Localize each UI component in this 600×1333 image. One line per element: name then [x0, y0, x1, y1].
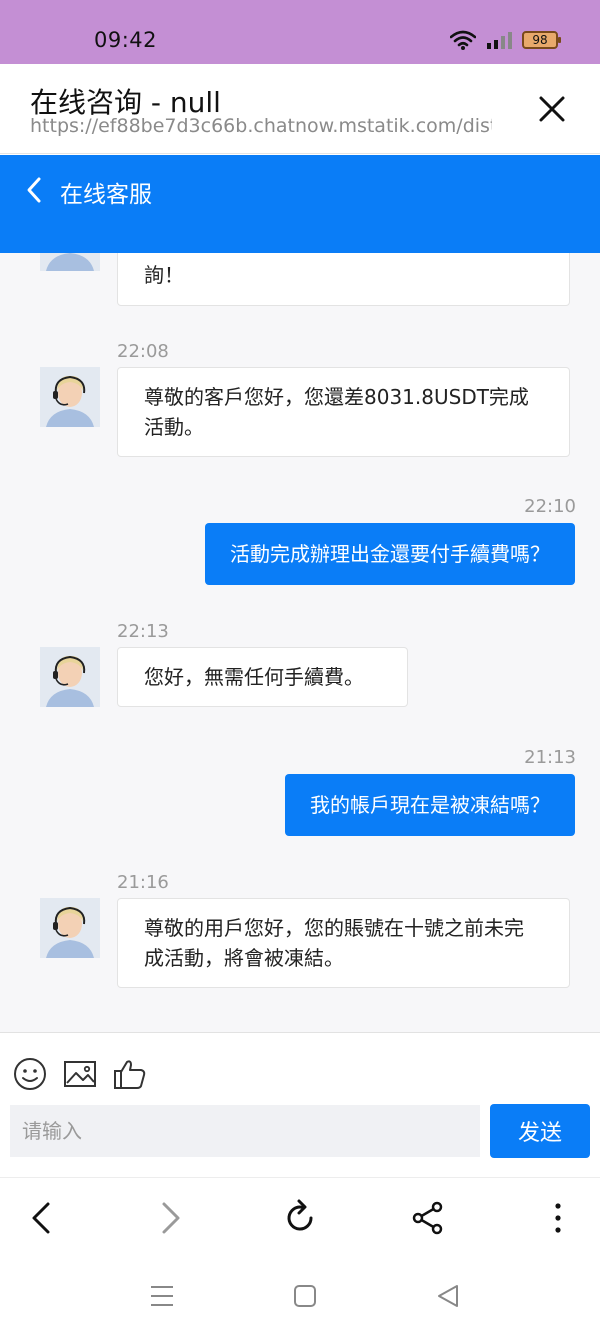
status-icons: 98: [450, 30, 561, 50]
message-input[interactable]: [10, 1105, 480, 1157]
message-text: 活動完成辦理出金還要付手續費嗎？: [230, 542, 550, 566]
input-area: 发送: [0, 1032, 600, 1177]
message-bubble-agent: 詢！: [117, 253, 570, 306]
message-bubble-agent: 您好，無需任何手續費。: [117, 647, 408, 707]
agent-avatar: [40, 898, 100, 958]
agent-avatar: [40, 647, 100, 707]
send-button[interactable]: 发送: [490, 1104, 590, 1158]
chat-area[interactable]: 詢！ 22:08 尊敬的客戶您好，您還差8031.8USDT完成活動。 22:1…: [0, 253, 600, 1032]
status-bar: 09:42 98: [0, 0, 600, 64]
message-bubble-user: 我的帳戶現在是被凍結嗎？: [285, 774, 575, 836]
back-icon[interactable]: [22, 1198, 62, 1238]
chat-title: 在线客服: [60, 182, 152, 208]
agent-avatar: [40, 367, 100, 427]
message-text: 您好，無需任何手續費。: [144, 665, 364, 689]
message-bubble-agent: 尊敬的用戶您好，您的賬號在十號之前未完成活動，將會被凍結。: [117, 898, 570, 988]
battery-indicator: 98: [522, 31, 561, 49]
message-time: 22:10: [524, 496, 576, 517]
message-text: 尊敬的用戶您好，您的賬號在十號之前未完成活動，將會被凍結。: [144, 916, 524, 970]
message-time: 21:13: [524, 747, 576, 768]
home-icon[interactable]: [292, 1283, 318, 1309]
chat-back-icon[interactable]: [20, 175, 48, 205]
message-time: 22:08: [117, 341, 169, 362]
share-icon[interactable]: [408, 1198, 448, 1238]
more-icon[interactable]: [538, 1198, 578, 1238]
message-bubble-agent: 尊敬的客戶您好，您還差8031.8USDT完成活動。: [117, 367, 570, 457]
message-bubble-user: 活動完成辦理出金還要付手續費嗎？: [205, 523, 575, 585]
message-text: 我的帳戶現在是被凍結嗎？: [310, 793, 550, 817]
chat-header: 在线客服: [0, 155, 600, 253]
emoji-icon[interactable]: [13, 1057, 47, 1091]
message-text: 尊敬的客戶您好，您還差8031.8USDT完成活動。: [144, 385, 529, 439]
close-icon[interactable]: [534, 91, 570, 127]
refresh-icon[interactable]: [280, 1198, 320, 1238]
browser-header: 在线咨询 - null https://ef88be7d3c66b.chatno…: [0, 64, 600, 154]
wifi-icon: [450, 30, 476, 50]
thumbs-up-icon[interactable]: [113, 1057, 147, 1091]
page-url[interactable]: https://ef88be7d3c66b.chatnow.mstatik.co…: [30, 115, 492, 137]
agent-avatar: [40, 253, 100, 271]
back-triangle-icon[interactable]: [435, 1283, 461, 1309]
message-time: 21:16: [117, 872, 169, 893]
message-text: 詢！: [144, 263, 184, 287]
system-nav: [0, 1257, 600, 1333]
browser-toolbar: [0, 1177, 600, 1257]
image-icon[interactable]: [63, 1057, 97, 1091]
status-time: 09:42: [94, 28, 158, 52]
message-time: 22:13: [117, 621, 169, 642]
forward-icon[interactable]: [150, 1198, 190, 1238]
menu-icon[interactable]: [149, 1283, 175, 1309]
signal-icon: [487, 32, 512, 49]
